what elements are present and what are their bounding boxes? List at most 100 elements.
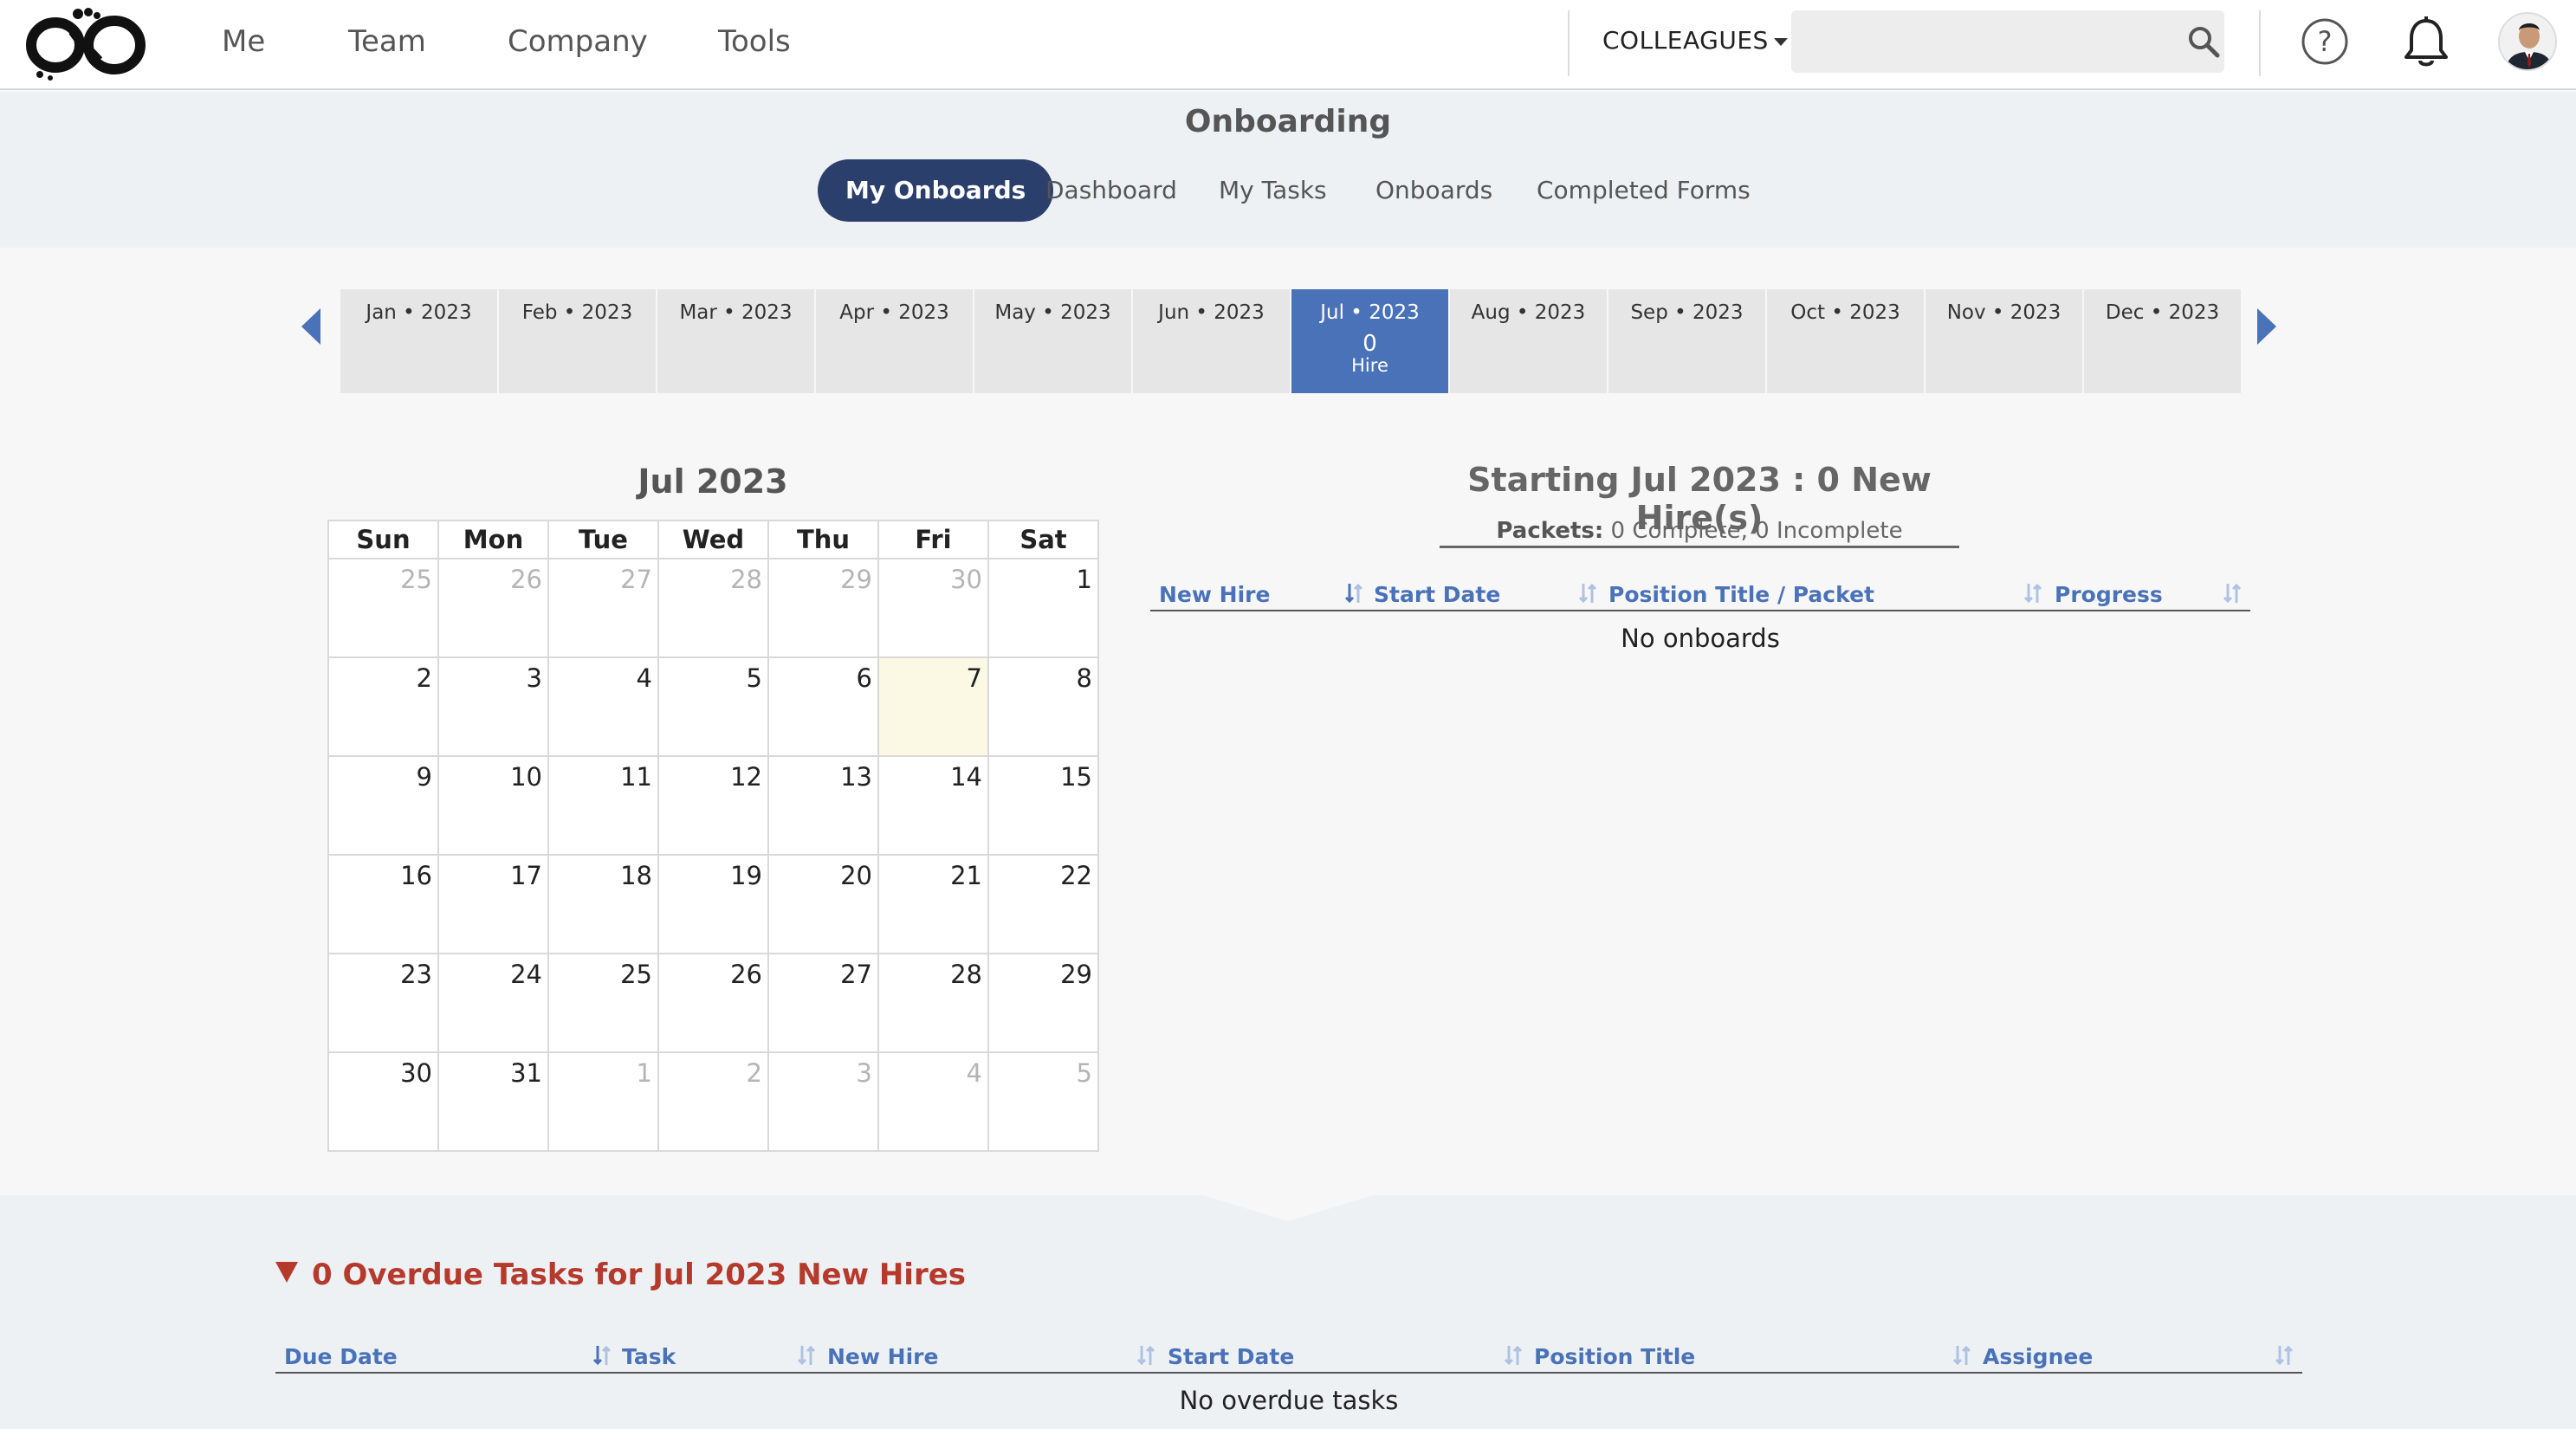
tab-dashboard[interactable]: Dashboard xyxy=(1045,159,1177,222)
calendar-day[interactable]: 3 xyxy=(437,656,549,757)
search-icon[interactable] xyxy=(2186,24,2221,59)
calendar-day[interactable]: 13 xyxy=(767,755,879,856)
calendar-day[interactable]: 17 xyxy=(437,854,549,954)
calendar-day[interactable]: 8 xyxy=(987,656,1099,757)
calendar-day[interactable]: 22 xyxy=(987,854,1099,954)
col-start-date[interactable]: Start Date xyxy=(1168,1344,1294,1369)
calendar-day[interactable]: 25 xyxy=(327,558,439,658)
sort-icon[interactable] xyxy=(1952,1344,1971,1367)
col-position-title[interactable]: Position Title xyxy=(1534,1344,1695,1369)
calendar-day[interactable]: 28 xyxy=(657,558,769,658)
calendar-day[interactable]: 15 xyxy=(987,755,1099,856)
col-start-date[interactable]: Start Date xyxy=(1374,582,1500,607)
colleagues-dropdown[interactable]: COLLEAGUES xyxy=(1602,26,1788,55)
col-new-hire[interactable]: New Hire xyxy=(827,1344,938,1369)
calendar-day[interactable]: 9 xyxy=(327,755,439,856)
sort-icon[interactable] xyxy=(2223,582,2242,605)
calendar-day[interactable]: 12 xyxy=(657,755,769,856)
month-tab-may[interactable]: May • 2023 xyxy=(974,289,1131,393)
calendar-day[interactable]: 28 xyxy=(877,953,989,1053)
calendar-day[interactable]: 14 xyxy=(877,755,989,856)
month-tab-jun[interactable]: Jun • 2023 xyxy=(1133,289,1290,393)
month-tab-dec[interactable]: Dec • 2023 xyxy=(2084,289,2241,393)
next-month-arrow-icon[interactable] xyxy=(2254,307,2280,346)
search-input[interactable] xyxy=(1791,10,2224,73)
calendar-day[interactable]: 27 xyxy=(767,953,879,1053)
overdue-tasks-toggle[interactable]: 0 Overdue Tasks for Jul 2023 New Hires xyxy=(275,1258,966,1292)
calendar-day[interactable]: 23 xyxy=(327,953,439,1053)
sort-icon[interactable] xyxy=(1136,1344,1155,1367)
prev-month-arrow-icon[interactable] xyxy=(298,307,324,346)
calendar-day[interactable]: 3 xyxy=(767,1051,879,1152)
col-new-hire[interactable]: New Hire xyxy=(1159,582,1270,607)
user-avatar[interactable] xyxy=(2498,12,2557,71)
calendar-day[interactable]: 27 xyxy=(547,558,659,658)
hire-count: 0 xyxy=(1362,331,1377,357)
calendar-day[interactable]: 1 xyxy=(547,1051,659,1152)
tab-my-onboards[interactable]: My Onboards xyxy=(818,159,1054,222)
calendar-day[interactable]: 2 xyxy=(327,656,439,757)
calendar-day[interactable]: 26 xyxy=(437,558,549,658)
month-tab-jan[interactable]: Jan • 2023 xyxy=(340,289,497,393)
calendar-day[interactable]: 26 xyxy=(657,953,769,1053)
weekday-header: Mon xyxy=(437,520,549,559)
caret-down-icon xyxy=(1773,37,1788,46)
calendar-day[interactable]: 20 xyxy=(767,854,879,954)
calendar-day[interactable]: 29 xyxy=(987,953,1099,1053)
sort-icon[interactable] xyxy=(1504,1344,1523,1367)
calendar-day[interactable]: 1 xyxy=(987,558,1099,658)
tab-my-tasks[interactable]: My Tasks xyxy=(1219,159,1327,222)
calendar-day[interactable]: 19 xyxy=(657,854,769,954)
nav-me[interactable]: Me xyxy=(222,24,265,59)
calendar-day[interactable]: 18 xyxy=(547,854,659,954)
sort-icon[interactable] xyxy=(797,1344,816,1367)
col-position-title-packet[interactable]: Position Title / Packet xyxy=(1608,582,1874,607)
col-assignee[interactable]: Assignee xyxy=(1983,1344,2093,1369)
subheader: Onboarding My Onboards Dashboard My Task… xyxy=(0,92,2576,248)
calendar-day[interactable]: 30 xyxy=(877,558,989,658)
col-progress[interactable]: Progress xyxy=(2055,582,2163,607)
calendar-day[interactable]: 29 xyxy=(767,558,879,658)
sort-asc-icon[interactable] xyxy=(592,1344,612,1367)
company-logo-icon[interactable] xyxy=(24,5,147,81)
sort-asc-icon[interactable] xyxy=(1344,582,1363,605)
calendar-day[interactable]: 21 xyxy=(877,854,989,954)
col-task[interactable]: Task xyxy=(622,1344,676,1369)
calendar-day[interactable]: 4 xyxy=(547,656,659,757)
calendar-day[interactable]: 30 xyxy=(327,1051,439,1152)
bell-icon[interactable] xyxy=(2401,16,2451,69)
month-label: Nov • 2023 xyxy=(1946,301,2061,324)
col-due-date[interactable]: Due Date xyxy=(284,1344,398,1369)
tab-completed-forms[interactable]: Completed Forms xyxy=(1537,159,1751,222)
calendar-day[interactable]: 5 xyxy=(657,656,769,757)
help-icon[interactable]: ? xyxy=(2301,17,2349,66)
sort-icon[interactable] xyxy=(2275,1344,2294,1367)
calendar-day[interactable]: 10 xyxy=(437,755,549,856)
calendar-title: Jul 2023 xyxy=(638,462,788,501)
calendar-day[interactable]: 2 xyxy=(657,1051,769,1152)
nav-company[interactable]: Company xyxy=(508,24,648,59)
tab-onboards[interactable]: Onboards xyxy=(1375,159,1492,222)
calendar-day[interactable]: 11 xyxy=(547,755,659,856)
calendar-day[interactable]: 4 xyxy=(877,1051,989,1152)
nav-team[interactable]: Team xyxy=(348,24,426,59)
packets-label: Packets: xyxy=(1496,518,1604,544)
calendar-day[interactable]: 31 xyxy=(437,1051,549,1152)
calendar-day[interactable]: 24 xyxy=(437,953,549,1053)
month-tab-feb[interactable]: Feb • 2023 xyxy=(499,289,656,393)
month-tab-jul[interactable]: Jul • 2023 0 Hire xyxy=(1291,289,1448,393)
month-tab-apr[interactable]: Apr • 2023 xyxy=(816,289,973,393)
month-tab-sep[interactable]: Sep • 2023 xyxy=(1608,289,1765,393)
calendar-day[interactable]: 6 xyxy=(767,656,879,757)
month-tab-nov[interactable]: Nov • 2023 xyxy=(1926,289,2082,393)
nav-tools[interactable]: Tools xyxy=(718,24,791,59)
month-tab-aug[interactable]: Aug • 2023 xyxy=(1450,289,1607,393)
month-tab-mar[interactable]: Mar • 2023 xyxy=(657,289,814,393)
calendar-day-today[interactable]: 7 xyxy=(877,656,989,757)
calendar-day[interactable]: 25 xyxy=(547,953,659,1053)
sort-icon[interactable] xyxy=(2023,582,2042,605)
sort-icon[interactable] xyxy=(1578,582,1597,605)
calendar-day[interactable]: 16 xyxy=(327,854,439,954)
month-tab-oct[interactable]: Oct • 2023 xyxy=(1767,289,1924,393)
calendar-day[interactable]: 5 xyxy=(987,1051,1099,1152)
